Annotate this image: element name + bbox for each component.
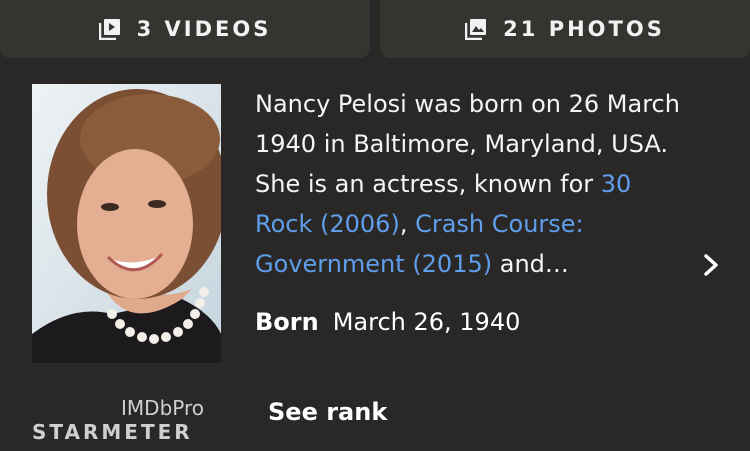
profile-photo[interactable]	[32, 84, 221, 363]
born-label: Born	[255, 308, 319, 336]
videos-label: 3 VIDEOS	[136, 17, 272, 41]
imdbpro-label: IMDbPro	[121, 396, 204, 420]
starmeter-label: STARMETER	[32, 420, 193, 444]
videos-button[interactable]: 3 VIDEOS	[0, 0, 370, 58]
bio-ellipsis: and…	[492, 250, 569, 278]
chevron-right-icon[interactable]	[700, 252, 722, 278]
photos-label: 21 PHOTOS	[503, 17, 665, 41]
bio-text: Nancy Pelosi was born on 26 March 1940 i…	[255, 84, 695, 284]
born-row: Born March 26, 1940	[255, 304, 520, 340]
photos-button[interactable]: 21 PHOTOS	[380, 0, 750, 58]
starmeter-badge: IMDbPro STARMETER	[32, 396, 204, 444]
born-value: March 26, 1940	[332, 308, 521, 336]
photo-library-icon	[465, 19, 487, 40]
video-library-icon	[98, 19, 120, 40]
bio-separator: ,	[399, 210, 416, 238]
media-bar: 3 VIDEOS 21 PHOTOS	[0, 0, 750, 60]
portrait-image	[32, 84, 221, 363]
see-rank-link[interactable]: See rank	[268, 398, 387, 426]
